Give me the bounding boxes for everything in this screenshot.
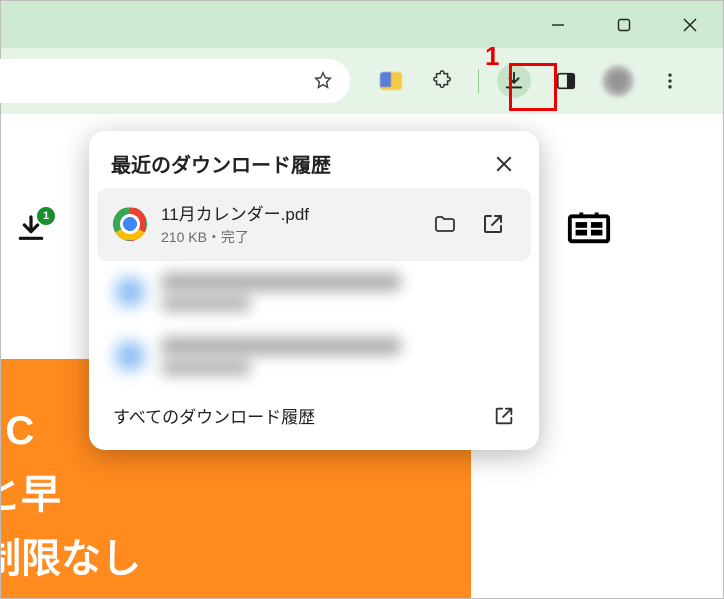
download-filename: 11月カレンダー.pdf bbox=[161, 200, 411, 225]
download-filename-hidden bbox=[161, 273, 401, 291]
show-in-folder-button[interactable] bbox=[425, 204, 465, 244]
side-panel-icon[interactable] bbox=[549, 64, 583, 98]
download-item-blurred bbox=[97, 325, 531, 389]
download-meta-hidden bbox=[161, 361, 251, 375]
window-titlebar bbox=[1, 1, 723, 48]
page-windows-icon bbox=[566, 201, 612, 247]
toolbar-separator bbox=[478, 69, 479, 93]
chrome-logo-icon bbox=[113, 207, 147, 241]
profile-avatar[interactable] bbox=[601, 64, 635, 98]
download-item-blurred bbox=[97, 261, 531, 325]
popup-title: 最近のダウンロード履歴 bbox=[111, 149, 331, 178]
menu-dots-icon[interactable] bbox=[653, 64, 687, 98]
hero-text-line: 間制限なし bbox=[1, 527, 451, 591]
download-meta-hidden bbox=[161, 297, 251, 311]
close-window-button[interactable] bbox=[667, 2, 713, 48]
open-file-button[interactable] bbox=[473, 204, 513, 244]
downloads-popup: 最近のダウンロード履歴 11月カレンダー.pdf 210 KB・完了 bbox=[89, 131, 539, 450]
download-count-badge: 1 bbox=[37, 207, 55, 225]
downloads-button[interactable] bbox=[497, 64, 531, 98]
browser-toolbar bbox=[1, 48, 723, 114]
file-icon bbox=[113, 339, 147, 373]
download-meta: 210 KB・完了 bbox=[161, 227, 411, 247]
page-download-icon[interactable]: 1 bbox=[15, 213, 47, 245]
extensions-puzzle-icon[interactable] bbox=[426, 64, 460, 98]
hero-text-line: っと早 bbox=[1, 463, 451, 527]
address-bar[interactable] bbox=[0, 59, 350, 103]
bookmark-star-icon[interactable] bbox=[312, 70, 334, 92]
all-downloads-link[interactable]: すべてのダウンロード履歴 bbox=[113, 403, 315, 428]
maximize-button[interactable] bbox=[601, 2, 647, 48]
minimize-button[interactable] bbox=[535, 2, 581, 48]
popup-close-button[interactable] bbox=[491, 151, 517, 177]
extension-color-icon[interactable] bbox=[374, 64, 408, 98]
open-in-new-icon[interactable] bbox=[493, 405, 515, 427]
download-item[interactable]: 11月カレンダー.pdf 210 KB・完了 bbox=[97, 188, 531, 261]
download-filename-hidden bbox=[161, 337, 401, 355]
file-icon bbox=[113, 275, 147, 309]
